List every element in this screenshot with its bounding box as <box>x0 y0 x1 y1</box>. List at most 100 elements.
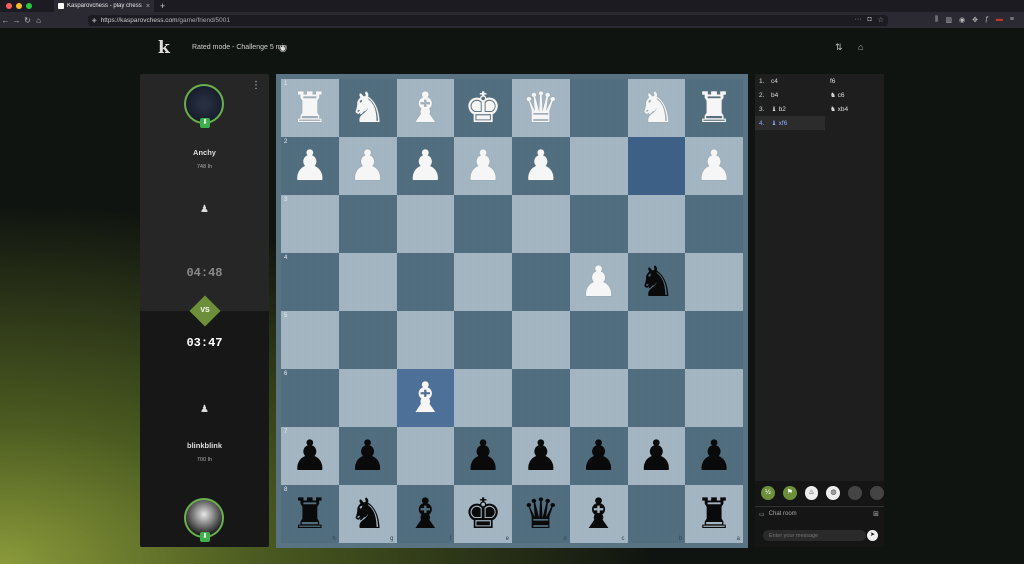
app-logo[interactable]: k <box>158 38 170 58</box>
board-square[interactable]: ♟ <box>454 427 512 485</box>
white-queen-icon[interactable]: ♛ <box>522 87 560 129</box>
top-player-name[interactable]: Anchy <box>140 148 269 157</box>
board-square[interactable] <box>569 137 628 195</box>
library-icon[interactable]: ⫼ <box>935 16 938 24</box>
board-square[interactable] <box>685 369 743 427</box>
back-icon[interactable]: ← <box>0 16 11 25</box>
white-rook-icon[interactable]: ♜ <box>695 87 733 129</box>
board-square[interactable]: ♟ <box>569 253 628 311</box>
board-square[interactable]: ♟ <box>396 137 455 195</box>
avatar[interactable]: ⬇ <box>184 498 224 542</box>
reload-icon[interactable]: ↻ <box>22 16 33 25</box>
board-square[interactable]: d ♛ <box>512 485 570 543</box>
white-knight-icon[interactable]: ♞ <box>638 87 676 129</box>
black-bishop-icon[interactable]: ♝ <box>580 493 618 535</box>
flip-board-icon[interactable]: ⇅ <box>835 42 843 53</box>
board-square[interactable] <box>396 311 455 369</box>
white-pawn-icon[interactable]: ♟ <box>349 145 387 187</box>
board-square[interactable]: ♞ <box>627 253 686 311</box>
black-pawn-icon[interactable]: ♟ <box>638 435 676 477</box>
draw-offer-icon[interactable]: ½ <box>761 486 775 500</box>
board-square[interactable]: f ♝ <box>396 485 455 543</box>
board-square[interactable] <box>569 79 628 137</box>
ball-icon[interactable]: ◍ <box>826 486 841 500</box>
black-knight-icon[interactable]: ♞ <box>638 261 676 303</box>
close-window-button[interactable] <box>6 3 12 9</box>
menu-icon[interactable]: ≡ <box>1010 16 1014 24</box>
extension-icon[interactable]: ✥ <box>972 16 978 24</box>
maximize-window-button[interactable] <box>26 3 32 9</box>
board-square[interactable]: ♟ <box>685 137 743 195</box>
black-queen-icon[interactable]: ♛ <box>522 493 560 535</box>
minimize-window-button[interactable] <box>16 3 22 9</box>
chess-board[interactable]: 1 ♜ ♞ ♝ ♚ ♛ ♞ ♜ 2 ♟ ♟ ♟ ♟ ♟ ♟ 3 4 ♟ ♞ 5 6 ♝ 7 ♟ ♟ ♟ ♟ ♟ ♟ ♟ 8 h ♜ g ♞ f ♝ e ♚ d… <box>281 79 743 543</box>
pocket-icon[interactable]: ◘ <box>867 16 871 24</box>
browser-tab[interactable]: Kasparovchess - play chess o × <box>54 0 154 12</box>
board-square[interactable]: ♞ <box>627 79 686 137</box>
black-rook-icon[interactable]: ♜ <box>291 493 329 535</box>
black-pawn-icon[interactable]: ♟ <box>464 435 502 477</box>
board-square[interactable]: ♟ <box>569 427 628 485</box>
move-row[interactable]: 1. c4 <box>755 74 825 88</box>
white-pawn-icon[interactable]: ♟ <box>464 145 502 187</box>
home-icon[interactable]: ⌂ <box>33 16 44 25</box>
board-square[interactable]: 1 ♜ <box>281 79 339 137</box>
black-pawn-icon[interactable]: ♟ <box>522 435 560 477</box>
board-square[interactable] <box>396 195 455 253</box>
board-square[interactable]: 4 <box>281 253 339 311</box>
white-rook-icon[interactable]: ♜ <box>291 87 329 129</box>
board-square[interactable] <box>627 137 686 195</box>
expand-icon[interactable]: ⊞ <box>873 510 879 518</box>
board-square[interactable] <box>685 311 743 369</box>
black-pawn-icon[interactable]: ♟ <box>349 435 387 477</box>
board-square[interactable] <box>512 369 570 427</box>
black-king-icon[interactable]: ♚ <box>464 493 502 535</box>
board-square[interactable]: 2 ♟ <box>281 137 339 195</box>
account-icon[interactable]: ◉ <box>959 16 965 24</box>
fire-icon[interactable]: ♨ <box>804 486 819 500</box>
black-pawn-icon[interactable]: ♟ <box>291 435 329 477</box>
board-square[interactable]: ♟ <box>338 137 397 195</box>
board-square[interactable]: 7 ♟ <box>281 427 339 485</box>
bottom-player-name[interactable]: blinkblink <box>140 441 269 450</box>
url-bar[interactable]: ◈ https://kasparovchess.com/game/friend/… <box>88 14 888 26</box>
white-move[interactable]: c4 <box>771 78 778 85</box>
board-square[interactable]: ♞ <box>338 79 397 137</box>
board-square[interactable]: ♚ <box>454 79 512 137</box>
bookmark-star-icon[interactable]: ☆ <box>878 16 884 24</box>
board-square[interactable] <box>512 311 570 369</box>
white-move[interactable]: ♝ b2 <box>771 105 786 113</box>
black-move[interactable] <box>827 116 882 130</box>
send-icon[interactable]: ➤ <box>867 530 878 541</box>
board-square[interactable] <box>685 195 743 253</box>
chat-message-input[interactable] <box>763 530 866 541</box>
board-square[interactable]: ♝ <box>396 79 455 137</box>
more-icon[interactable]: ··· <box>854 16 861 24</box>
spectate-eye-icon[interactable]: ◉ <box>279 43 287 54</box>
forward-icon[interactable]: → <box>11 16 22 25</box>
board-square[interactable]: c ♝ <box>569 485 628 543</box>
black-rook-icon[interactable]: ♜ <box>695 493 733 535</box>
black-pawn-icon[interactable]: ♟ <box>695 435 733 477</box>
board-square[interactable] <box>569 195 628 253</box>
board-square[interactable]: ♟ <box>512 137 570 195</box>
board-square[interactable]: ♜ <box>685 79 743 137</box>
board-square[interactable] <box>569 369 628 427</box>
board-square[interactable]: ♟ <box>512 427 570 485</box>
black-move[interactable]: f6 <box>827 74 882 88</box>
board-square[interactable]: e ♚ <box>454 485 512 543</box>
board-square[interactable]: ♝ <box>396 369 455 427</box>
move-row[interactable]: 3. ♝ b2 <box>755 102 825 116</box>
tab-close-icon[interactable]: × <box>146 3 150 10</box>
board-square[interactable]: 6 <box>281 369 339 427</box>
board-square[interactable] <box>454 253 512 311</box>
board-square[interactable] <box>338 369 397 427</box>
black-pawn-icon[interactable]: ♟ <box>580 435 618 477</box>
black-move[interactable]: ♞ xb4 <box>827 102 882 116</box>
flag-icon[interactable]: ▬ <box>996 16 1003 24</box>
board-square[interactable] <box>454 195 512 253</box>
white-bishop-icon[interactable]: ♝ <box>407 377 445 419</box>
white-pawn-icon[interactable]: ♟ <box>407 145 445 187</box>
black-knight-icon[interactable]: ♞ <box>349 493 387 535</box>
board-square[interactable]: 3 <box>281 195 339 253</box>
